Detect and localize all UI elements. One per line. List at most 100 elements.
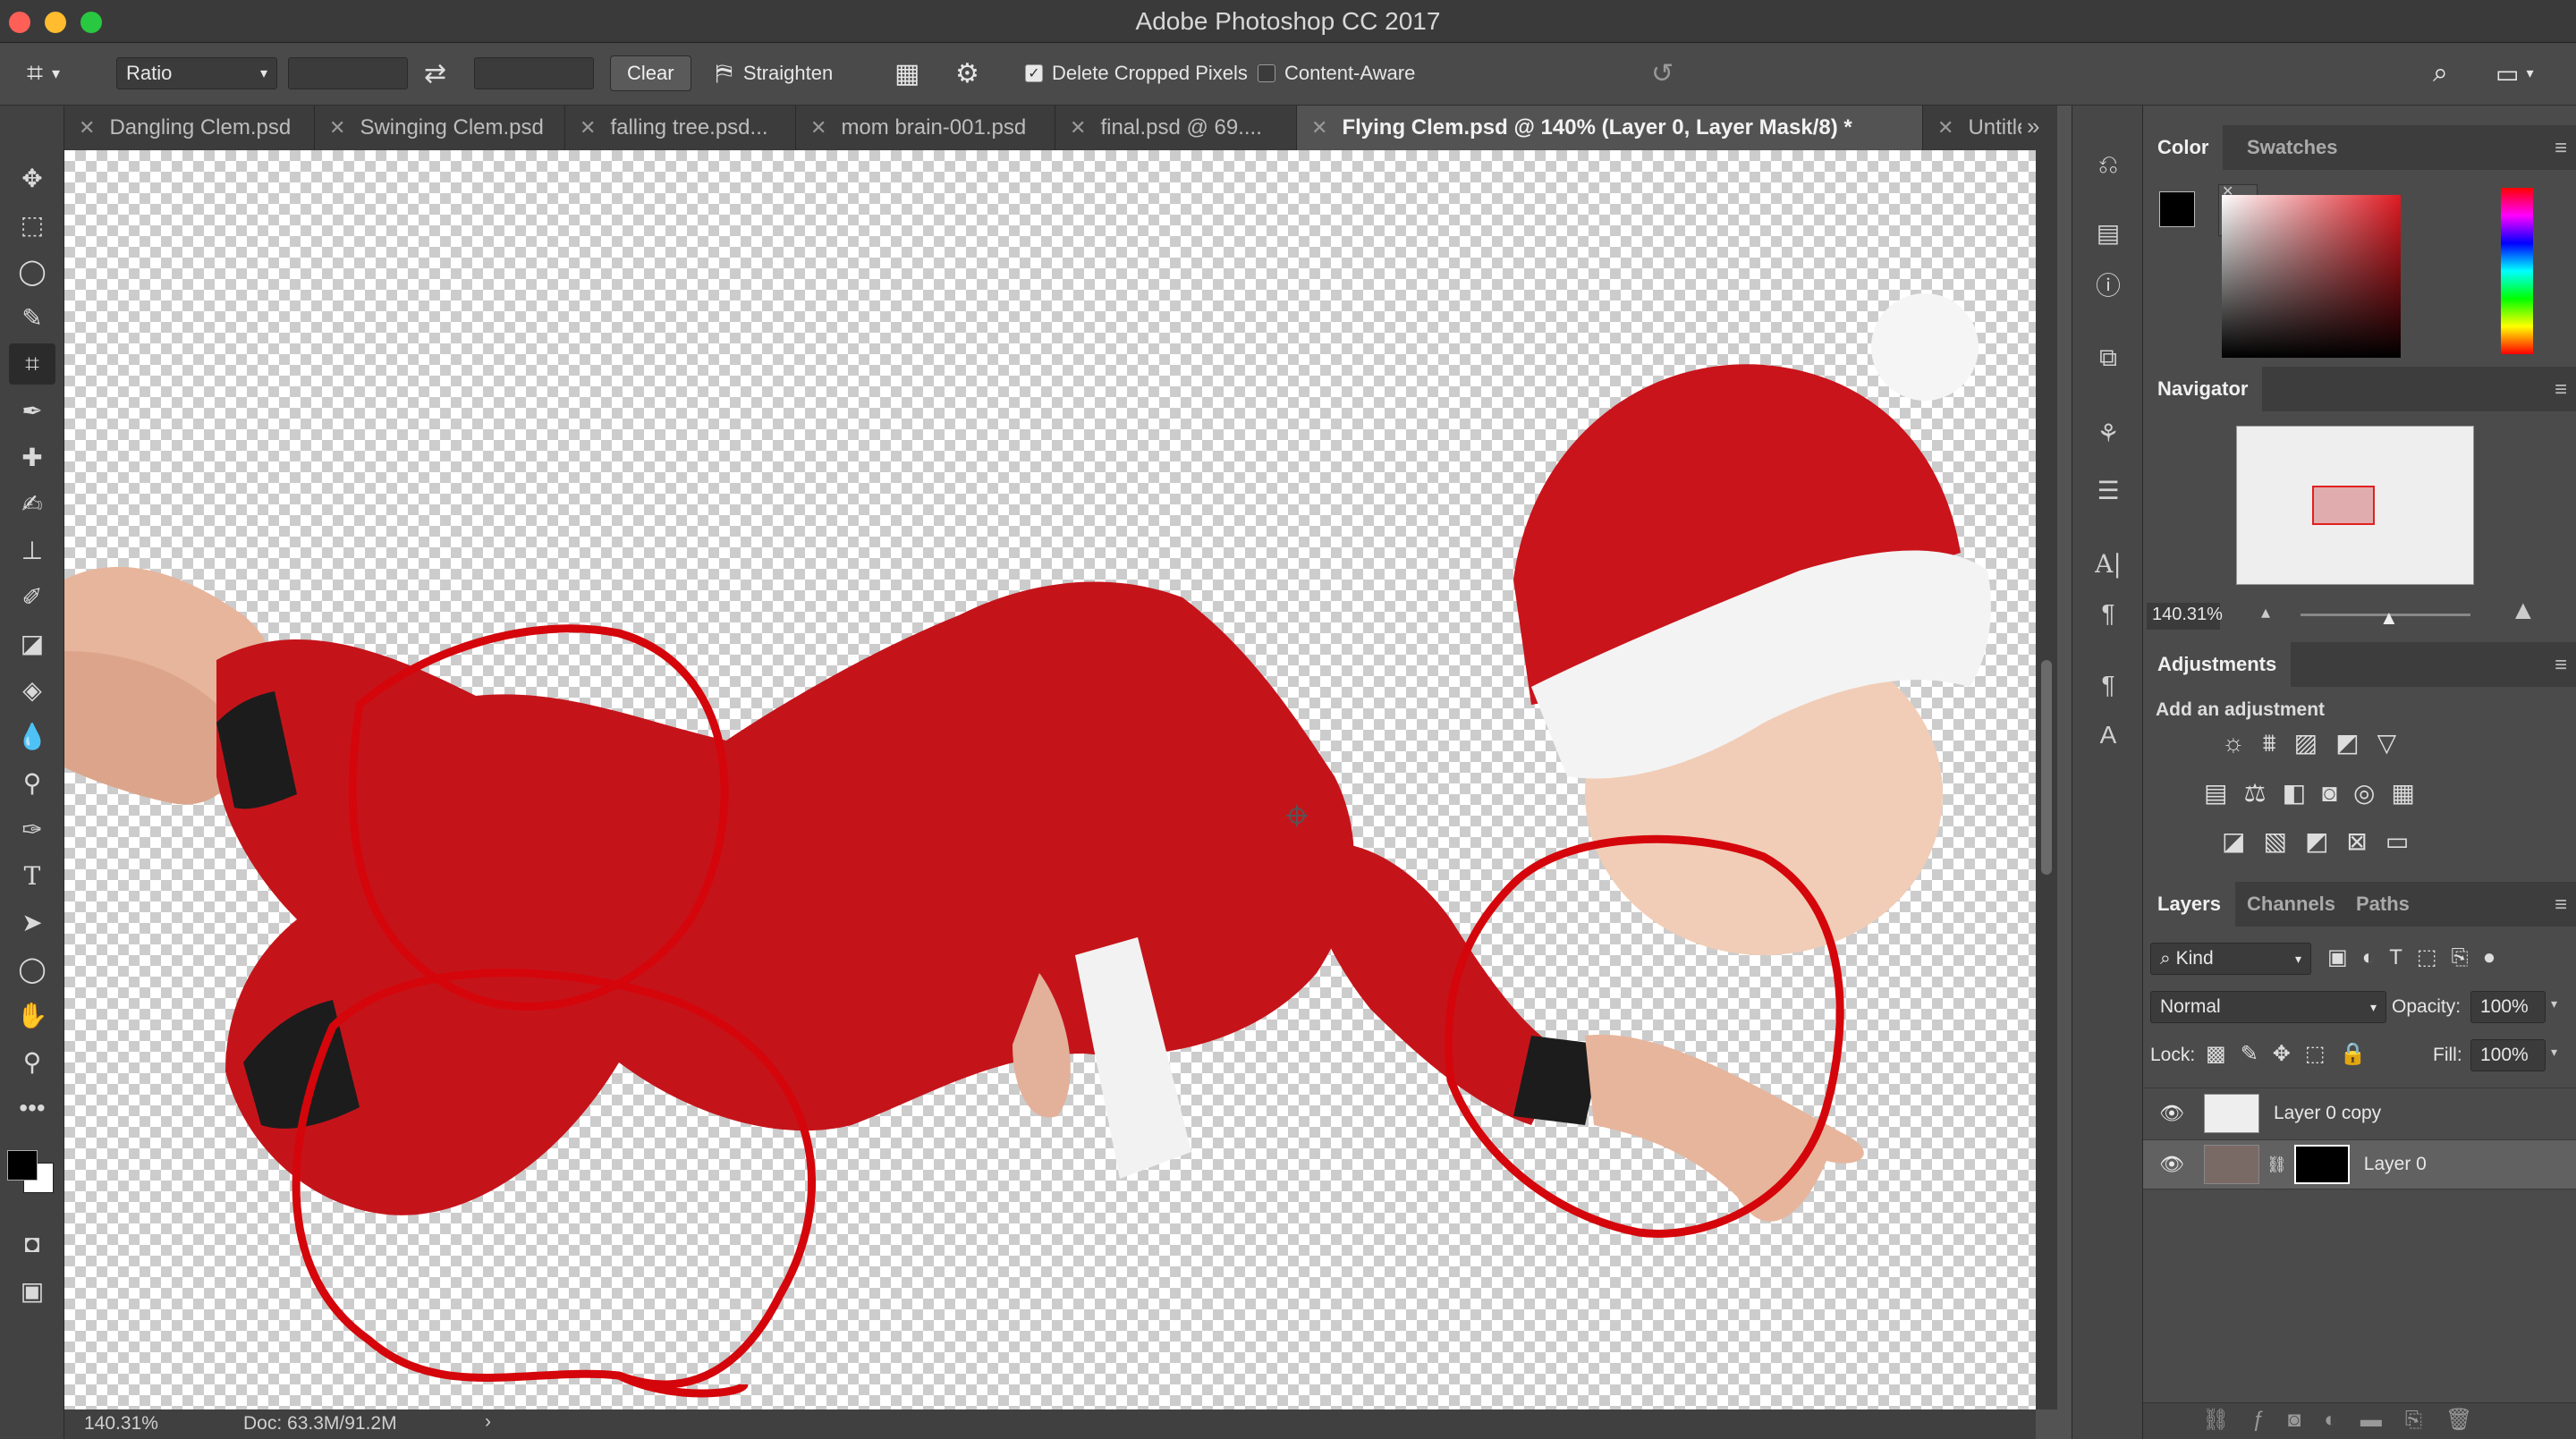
filter-adjustment-icon[interactable]: ◐	[2362, 945, 2390, 969]
crop-height-input[interactable]	[474, 57, 594, 89]
zoom-slider-handle[interactable]: ▲	[2379, 606, 2399, 630]
content-aware-checkbox[interactable]: Content-Aware	[1258, 54, 1415, 93]
panel-menu-icon[interactable]: ≡	[2555, 893, 2567, 918]
shape-tool-icon[interactable]: ◯	[9, 948, 55, 989]
quick-mask-icon[interactable]: ◘	[9, 1223, 55, 1265]
exposure-icon[interactable]: ◩	[2335, 729, 2377, 757]
vibrance-icon[interactable]: ▽	[2377, 729, 2415, 757]
crop-tool-icon[interactable]: ⌗ ▾	[27, 54, 60, 93]
selective-color-icon[interactable]: ⊠	[2346, 827, 2385, 855]
eraser-tool-icon[interactable]: ◪	[9, 622, 55, 664]
tab-untitled[interactable]: ✕ Untitled-	[1923, 106, 2021, 150]
more-tools-icon[interactable]: •••	[9, 1088, 55, 1129]
filter-pixel-icon[interactable]: ▣	[2327, 945, 2362, 969]
brush-tool-icon[interactable]: ✍	[9, 483, 55, 524]
layer-name[interactable]: Layer 0 copy	[2274, 1103, 2381, 1124]
layer-name[interactable]: Layer 0	[2364, 1154, 2427, 1175]
tab-swatches[interactable]: Swatches	[2233, 125, 2352, 170]
posterize-icon[interactable]: ▧	[2263, 827, 2304, 855]
libraries-panel-icon[interactable]: ▤	[2089, 213, 2128, 252]
scroll-thumb[interactable]	[2041, 660, 2052, 875]
visibility-eye-icon[interactable]: 👁	[2159, 1153, 2184, 1176]
layer-row-layer-0-copy[interactable]: 👁 Layer 0 copy	[2143, 1088, 2576, 1138]
black-white-icon[interactable]: ◧	[2283, 779, 2322, 807]
history-panel-icon[interactable]: ⎌	[2089, 145, 2128, 184]
navigator-thumbnail[interactable]	[2236, 426, 2474, 585]
photo-filter-icon[interactable]: ◙	[2322, 779, 2353, 807]
quick-selection-tool-icon[interactable]: ✎	[9, 297, 55, 338]
tab-layers[interactable]: Layers	[2143, 882, 2235, 927]
visibility-eye-icon[interactable]: 👁	[2159, 1102, 2184, 1125]
lock-transparent-icon[interactable]: ▩	[2206, 1042, 2241, 1066]
close-tab-icon[interactable]: ✕	[810, 116, 826, 140]
new-layer-icon[interactable]: ⎘	[2405, 1408, 2445, 1432]
close-tab-icon[interactable]: ✕	[1311, 116, 1327, 140]
blend-mode-select[interactable]: Normal ▾	[2150, 991, 2386, 1023]
swap-icon[interactable]: ⇄	[424, 54, 446, 93]
filter-type-icon[interactable]: T	[2389, 945, 2417, 969]
fill-dropdown-icon[interactable]: ▾	[2551, 1045, 2557, 1060]
panel-menu-icon[interactable]: ≡	[2555, 653, 2567, 678]
brightness-contrast-icon[interactable]: ☼	[2222, 729, 2263, 757]
lock-image-icon[interactable]: ✎	[2241, 1042, 2273, 1066]
straighten-button[interactable]: ⛿ Straighten	[716, 54, 833, 93]
tab-channels[interactable]: Channels	[2233, 882, 2350, 927]
panel-menu-icon[interactable]: ≡	[2555, 377, 2567, 402]
ratio-select[interactable]: Ratio ▾	[116, 57, 277, 89]
grid-overlay-icon[interactable]: ▦	[894, 54, 919, 93]
info-panel-icon[interactable]: ⓘ	[2089, 265, 2128, 304]
channel-mixer-icon[interactable]: ◎	[2353, 779, 2391, 807]
tab-adjustments[interactable]: Adjustments	[2143, 642, 2292, 687]
lasso-tool-icon[interactable]: ◯	[9, 250, 55, 292]
zoom-in-icon[interactable]: ▲	[2510, 596, 2537, 626]
paint-bucket-tool-icon[interactable]: ◈	[9, 669, 55, 710]
color-field[interactable]	[2222, 195, 2401, 358]
tab-navigator[interactable]: Navigator	[2143, 367, 2263, 411]
marquee-tool-icon[interactable]: ⬚	[9, 204, 55, 245]
foreground-color-swatch[interactable]	[7, 1150, 38, 1181]
properties-panel-icon[interactable]: ☰	[2089, 470, 2128, 510]
vertical-scrollbar[interactable]	[2036, 150, 2057, 1409]
tab-swinging-clem[interactable]: ✕ Swinging Clem.psd	[315, 106, 565, 150]
clone-stamp-tool-icon[interactable]: ⊥	[9, 529, 55, 571]
history-brush-tool-icon[interactable]: ✐	[9, 576, 55, 617]
crop-width-input[interactable]	[288, 57, 408, 89]
color-swatches[interactable]	[4, 1138, 61, 1215]
lock-artboard-icon[interactable]: ⬚	[2305, 1042, 2340, 1066]
opacity-field[interactable]: 100%	[2470, 991, 2546, 1023]
hand-tool-icon[interactable]: ✋	[9, 995, 55, 1036]
move-tool-icon[interactable]: ✥	[9, 157, 55, 199]
delete-layer-icon[interactable]: 🗑	[2445, 1408, 2496, 1432]
reset-undo-icon[interactable]: ↺	[1651, 54, 1674, 93]
tab-color[interactable]: Color	[2143, 125, 2224, 170]
tab-paths[interactable]: Paths	[2342, 882, 2424, 927]
clear-button[interactable]: Clear	[610, 55, 691, 91]
close-tab-icon[interactable]: ✕	[1070, 116, 1086, 140]
navigator-view-box[interactable]	[2312, 486, 2375, 525]
filter-smart-object-icon[interactable]: ⎘	[2452, 945, 2483, 969]
document-canvas[interactable]	[64, 150, 2036, 1409]
layer-filter-select[interactable]: ⌕ Kind ▾	[2150, 943, 2311, 975]
zoom-out-icon[interactable]: ▴	[2261, 601, 2270, 623]
opacity-dropdown-icon[interactable]: ▾	[2551, 996, 2557, 1012]
dodge-tool-icon[interactable]: ⚲	[9, 762, 55, 803]
foreground-color-chip[interactable]	[2159, 191, 2195, 227]
tab-dangling-clem[interactable]: ✕ Dangling Clem.psd	[64, 106, 315, 150]
lock-all-icon[interactable]: 🔒	[2340, 1042, 2381, 1066]
character-styles-icon[interactable]: A	[2089, 715, 2128, 755]
close-tab-icon[interactable]: ✕	[1937, 116, 1953, 140]
pen-tool-icon[interactable]: ✑	[9, 808, 55, 850]
layer-mask-thumbnail[interactable]	[2293, 1145, 2350, 1184]
clone-source-icon[interactable]: ⧉	[2089, 338, 2128, 377]
new-adjustment-layer-icon[interactable]: ◐	[2324, 1408, 2360, 1432]
tab-falling-tree[interactable]: ✕ falling tree.psd...	[565, 106, 796, 150]
screen-mode-icon[interactable]: ▣	[9, 1270, 55, 1311]
paragraph-panel-icon[interactable]: ¶	[2089, 594, 2128, 633]
status-zoom[interactable]: 140.31%	[84, 1413, 158, 1435]
threshold-icon[interactable]: ◩	[2305, 827, 2346, 855]
path-selection-tool-icon[interactable]: ➤	[9, 901, 55, 943]
settings-gear-icon[interactable]: ⚙	[955, 54, 979, 93]
link-layers-icon[interactable]: ⛓	[2202, 1408, 2252, 1432]
brush-presets-icon[interactable]: ⚘	[2089, 413, 2128, 453]
delete-cropped-checkbox[interactable]: ✓ Delete Cropped Pixels	[1025, 54, 1248, 93]
